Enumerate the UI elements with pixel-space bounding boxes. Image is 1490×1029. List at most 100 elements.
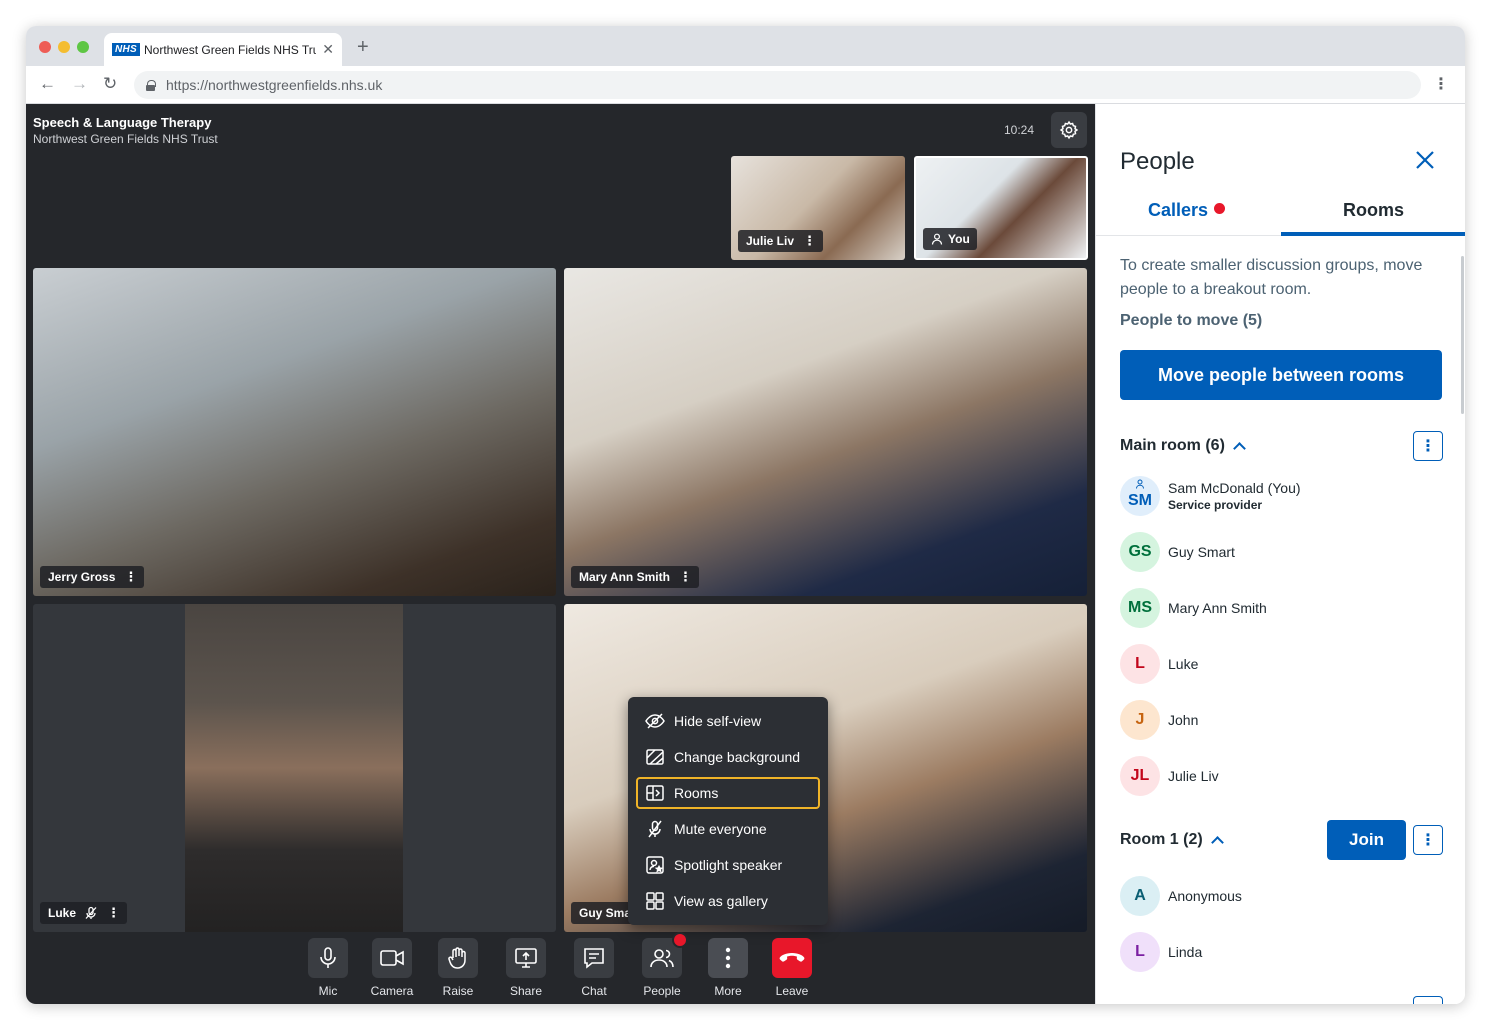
rooms-icon: [644, 784, 666, 802]
reload-icon[interactable]: ↻: [103, 74, 117, 94]
chat-button[interactable]: Chat: [564, 938, 624, 998]
video-tile-luke[interactable]: Luke ⋮: [33, 604, 556, 932]
menu-item-mute-everyone[interactable]: Mute everyone: [636, 813, 820, 845]
window-close-dot[interactable]: [39, 41, 51, 53]
forward-icon[interactable]: →: [71, 74, 88, 94]
person-icon: [1136, 479, 1144, 489]
camera-button-surface[interactable]: [372, 938, 412, 978]
luke-video-feed: [185, 604, 403, 932]
menu-item-spotlight-speaker[interactable]: Spotlight speaker: [636, 849, 820, 881]
mic-button-surface[interactable]: [308, 938, 348, 978]
list-item[interactable]: L Linda: [1120, 932, 1202, 972]
panel-scrollbar[interactable]: [1461, 256, 1464, 414]
call-area: Speech & Language Therapy Northwest Gree…: [26, 104, 1095, 1004]
video-tile-mary[interactable]: Mary Ann Smith ⋮: [564, 268, 1087, 596]
leave-button-surface[interactable]: [772, 938, 812, 978]
more-button[interactable]: More: [698, 938, 758, 998]
join-room-button[interactable]: Join: [1327, 820, 1406, 860]
more-button-surface[interactable]: [708, 938, 748, 978]
participant-options-icon[interactable]: ⋮: [803, 233, 816, 249]
mic-icon: [320, 947, 336, 968]
leave-button[interactable]: Leave: [762, 938, 822, 998]
participant-options-icon[interactable]: ⋮: [107, 905, 120, 921]
room1-title: Room 1 (2): [1120, 831, 1203, 848]
background-icon: [644, 748, 666, 766]
new-tab-icon[interactable]: +: [357, 36, 369, 59]
panel-title: People: [1120, 148, 1195, 175]
main-room-toggle[interactable]: Main room (6): [1120, 437, 1246, 455]
url-field[interactable]: https://northwestgreenfields.nhs.uk: [134, 71, 1421, 99]
menu-item-hide-self-view[interactable]: Hide self-view: [636, 705, 820, 737]
people-label: People: [643, 984, 681, 998]
video-tile-jerry[interactable]: Jerry Gross ⋮: [33, 268, 556, 596]
mic-label: Mic: [318, 984, 338, 998]
tab-title: Northwest Green Fields NHS Trust: [144, 42, 317, 57]
tab-rooms[interactable]: Rooms: [1343, 200, 1404, 221]
menu-item-view-as-gallery[interactable]: View as gallery: [636, 885, 820, 917]
window-minimize-dot[interactable]: [58, 41, 70, 53]
share-button-surface[interactable]: [506, 938, 546, 978]
avatar: J: [1120, 700, 1160, 740]
share-screen-icon: [515, 948, 537, 968]
window-maximize-dot[interactable]: [77, 41, 89, 53]
list-item[interactable]: SM Sam McDonald (You) Service provider: [1120, 476, 1301, 516]
more-vertical-icon: [725, 947, 731, 969]
tab-callers[interactable]: Callers: [1148, 200, 1226, 221]
list-item[interactable]: A Anonymous: [1120, 876, 1242, 916]
avatar: SM: [1120, 476, 1160, 516]
list-item[interactable]: J John: [1120, 700, 1198, 740]
raise-button-surface[interactable]: [438, 938, 478, 978]
mic-off-icon: [644, 820, 666, 838]
name-tag: Luke ⋮: [40, 902, 128, 924]
move-people-button[interactable]: Move people between rooms: [1120, 350, 1442, 400]
call-toolbar: Mic Camera Raise Share Chat People More …: [26, 932, 1095, 1004]
list-item[interactable]: L Luke: [1120, 644, 1198, 684]
call-clock: 10:24: [1004, 123, 1035, 137]
participant-options-icon[interactable]: ⋮: [679, 569, 692, 585]
person-name: Julie Liv: [1168, 768, 1219, 784]
close-icon[interactable]: [1413, 148, 1437, 172]
person-name: John: [1168, 712, 1199, 728]
participant-name: Mary Ann Smith: [579, 570, 670, 584]
people-button-surface[interactable]: [642, 932, 688, 978]
room1-toggle[interactable]: Room 1 (2): [1120, 831, 1224, 849]
person-name: Anonymous: [1168, 888, 1242, 904]
participant-name: Julie Liv: [746, 234, 795, 248]
lock-icon: [146, 79, 156, 91]
people-button[interactable]: People: [632, 932, 692, 998]
back-icon[interactable]: ←: [39, 74, 56, 94]
settings-button[interactable]: [1051, 112, 1087, 148]
participant-options-icon[interactable]: ⋮: [124, 569, 137, 585]
thumbnail-video-julie[interactable]: Julie Liv ⋮: [731, 156, 905, 260]
tab-close-icon[interactable]: ✕: [322, 41, 334, 58]
more-vertical-icon: ⋮: [1420, 438, 1436, 455]
list-item[interactable]: MS Mary Ann Smith: [1120, 588, 1267, 628]
list-item[interactable]: JL Julie Liv: [1120, 756, 1219, 796]
notification-dot: [672, 932, 688, 948]
hand-icon: [448, 947, 466, 969]
self-view-video[interactable]: You: [914, 156, 1088, 260]
menu-item-label: Mute everyone: [674, 821, 767, 837]
list-item[interactable]: GS Guy Smart: [1120, 532, 1235, 572]
browser-tab[interactable]: NHS Northwest Green Fields NHS Trust ✕: [104, 33, 342, 66]
camera-button[interactable]: Camera: [362, 938, 422, 998]
avatar: GS: [1120, 532, 1160, 572]
menu-item-label: Rooms: [674, 785, 719, 801]
raise-hand-button[interactable]: Raise: [428, 938, 488, 998]
chat-button-surface[interactable]: [574, 938, 614, 978]
share-button[interactable]: Share: [496, 938, 556, 998]
camera-icon: [380, 950, 404, 966]
room1-options-button[interactable]: ⋮: [1413, 825, 1443, 855]
nhs-logo-icon: NHS: [112, 43, 141, 56]
main-room-options-button[interactable]: ⋮: [1413, 431, 1443, 461]
mic-button[interactable]: Mic: [298, 938, 358, 998]
menu-item-rooms[interactable]: Rooms: [636, 777, 820, 809]
browser-menu-icon[interactable]: ⋮: [1433, 74, 1449, 94]
menu-item-change-background[interactable]: Change background: [636, 741, 820, 773]
avatar: L: [1120, 644, 1160, 684]
participant-name: You: [948, 232, 970, 246]
person-name: Luke: [1168, 656, 1199, 672]
person-name: Guy Smart: [1168, 544, 1235, 560]
address-bar: ← → ↻ https://northwestgreenfields.nhs.u…: [26, 66, 1465, 104]
room2-options-button-partial[interactable]: [1413, 996, 1443, 1004]
